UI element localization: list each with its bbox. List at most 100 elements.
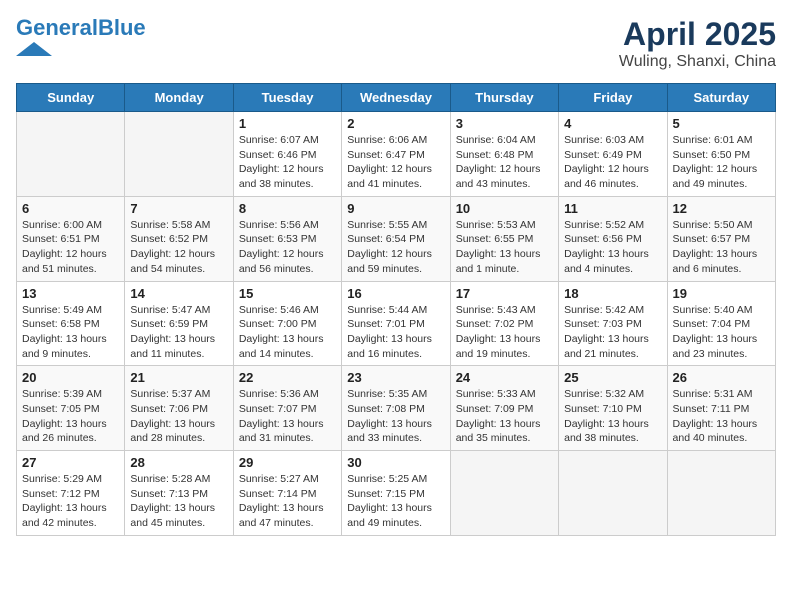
cell-info: Sunrise: 6:06 AMSunset: 6:47 PMDaylight:… (347, 133, 444, 192)
day-number: 2 (347, 116, 444, 131)
cell-info: Sunrise: 6:07 AMSunset: 6:46 PMDaylight:… (239, 133, 336, 192)
cell-info: Sunrise: 5:36 AMSunset: 7:07 PMDaylight:… (239, 387, 336, 446)
calendar-cell: 8 Sunrise: 5:56 AMSunset: 6:53 PMDaylight… (233, 196, 341, 281)
calendar-cell: 22 Sunrise: 5:36 AMSunset: 7:07 PMDayligh… (233, 366, 341, 451)
calendar-cell: 28 Sunrise: 5:28 AMSunset: 7:13 PMDayligh… (125, 451, 233, 536)
calendar-cell: 25 Sunrise: 5:32 AMSunset: 7:10 PMDayligh… (559, 366, 667, 451)
cell-info: Sunrise: 5:31 AMSunset: 7:11 PMDaylight:… (673, 387, 770, 446)
day-number: 20 (22, 370, 119, 385)
cell-info: Sunrise: 6:00 AMSunset: 6:51 PMDaylight:… (22, 218, 119, 277)
cell-info: Sunrise: 6:03 AMSunset: 6:49 PMDaylight:… (564, 133, 661, 192)
day-number: 15 (239, 286, 336, 301)
calendar-cell: 3 Sunrise: 6:04 AMSunset: 6:48 PMDaylight… (450, 112, 558, 197)
day-header-saturday: Saturday (667, 84, 775, 112)
calendar-title: April 2025 (619, 16, 776, 53)
title-section: April 2025 Wuling, Shanxi, China (619, 16, 776, 71)
calendar-cell: 14 Sunrise: 5:47 AMSunset: 6:59 PMDayligh… (125, 281, 233, 366)
day-number: 26 (673, 370, 770, 385)
calendar-cell: 11 Sunrise: 5:52 AMSunset: 6:56 PMDayligh… (559, 196, 667, 281)
calendar-cell: 4 Sunrise: 6:03 AMSunset: 6:49 PMDaylight… (559, 112, 667, 197)
calendar-cell (17, 112, 125, 197)
day-number: 23 (347, 370, 444, 385)
day-number: 14 (130, 286, 227, 301)
day-number: 7 (130, 201, 227, 216)
calendar-cell (667, 451, 775, 536)
day-number: 4 (564, 116, 661, 131)
day-number: 10 (456, 201, 553, 216)
calendar-cell: 20Sunrise: 5:39 AMSunset: 7:05 PMDayligh… (17, 366, 125, 451)
cell-info: Sunrise: 5:32 AMSunset: 7:10 PMDaylight:… (564, 387, 661, 446)
calendar-cell: 12 Sunrise: 5:50 AMSunset: 6:57 PMDayligh… (667, 196, 775, 281)
cell-info: Sunrise: 5:35 AMSunset: 7:08 PMDaylight:… (347, 387, 444, 446)
calendar-cell: 18 Sunrise: 5:42 AMSunset: 7:03 PMDayligh… (559, 281, 667, 366)
day-number: 3 (456, 116, 553, 131)
day-header-thursday: Thursday (450, 84, 558, 112)
logo-general: General (16, 15, 98, 40)
cell-info: Sunrise: 5:28 AMSunset: 7:13 PMDaylight:… (130, 472, 227, 531)
day-header-friday: Friday (559, 84, 667, 112)
cell-info: Sunrise: 5:43 AMSunset: 7:02 PMDaylight:… (456, 303, 553, 362)
day-number: 16 (347, 286, 444, 301)
cell-info: Sunrise: 5:47 AMSunset: 6:59 PMDaylight:… (130, 303, 227, 362)
week-row-4: 20Sunrise: 5:39 AMSunset: 7:05 PMDayligh… (17, 366, 776, 451)
cell-info: Sunrise: 6:04 AMSunset: 6:48 PMDaylight:… (456, 133, 553, 192)
cell-info: Sunrise: 5:52 AMSunset: 6:56 PMDaylight:… (564, 218, 661, 277)
day-number: 24 (456, 370, 553, 385)
day-number: 17 (456, 286, 553, 301)
calendar-cell: 1 Sunrise: 6:07 AMSunset: 6:46 PMDaylight… (233, 112, 341, 197)
calendar-cell: 15 Sunrise: 5:46 AMSunset: 7:00 PMDayligh… (233, 281, 341, 366)
cell-info: Sunrise: 5:56 AMSunset: 6:53 PMDaylight:… (239, 218, 336, 277)
week-row-1: 1 Sunrise: 6:07 AMSunset: 6:46 PMDaylight… (17, 112, 776, 197)
day-number: 28 (130, 455, 227, 470)
cell-info: Sunrise: 5:29 AMSunset: 7:12 PMDaylight:… (22, 472, 119, 531)
calendar-table: SundayMondayTuesdayWednesdayThursdayFrid… (16, 83, 776, 536)
calendar-cell: 19 Sunrise: 5:40 AMSunset: 7:04 PMDayligh… (667, 281, 775, 366)
day-number: 19 (673, 286, 770, 301)
day-number: 11 (564, 201, 661, 216)
logo-text: GeneralBlue (16, 16, 146, 40)
calendar-cell: 6 Sunrise: 6:00 AMSunset: 6:51 PMDaylight… (17, 196, 125, 281)
day-number: 6 (22, 201, 119, 216)
calendar-cell (450, 451, 558, 536)
week-row-3: 13Sunrise: 5:49 AMSunset: 6:58 PMDayligh… (17, 281, 776, 366)
calendar-cell: 27 Sunrise: 5:29 AMSunset: 7:12 PMDayligh… (17, 451, 125, 536)
day-number: 1 (239, 116, 336, 131)
day-header-monday: Monday (125, 84, 233, 112)
calendar-cell: 13Sunrise: 5:49 AMSunset: 6:58 PMDayligh… (17, 281, 125, 366)
day-number: 25 (564, 370, 661, 385)
cell-info: Sunrise: 5:25 AMSunset: 7:15 PMDaylight:… (347, 472, 444, 531)
calendar-cell (125, 112, 233, 197)
day-header-sunday: Sunday (17, 84, 125, 112)
day-number: 18 (564, 286, 661, 301)
cell-info: Sunrise: 5:53 AMSunset: 6:55 PMDaylight:… (456, 218, 553, 277)
logo-icon (16, 42, 52, 56)
calendar-cell: 24 Sunrise: 5:33 AMSunset: 7:09 PMDayligh… (450, 366, 558, 451)
cell-info: Sunrise: 5:27 AMSunset: 7:14 PMDaylight:… (239, 472, 336, 531)
calendar-cell: 26 Sunrise: 5:31 AMSunset: 7:11 PMDayligh… (667, 366, 775, 451)
cell-info: Sunrise: 6:01 AMSunset: 6:50 PMDaylight:… (673, 133, 770, 192)
calendar-subtitle: Wuling, Shanxi, China (619, 53, 776, 71)
cell-info: Sunrise: 5:33 AMSunset: 7:09 PMDaylight:… (456, 387, 553, 446)
cell-info: Sunrise: 5:50 AMSunset: 6:57 PMDaylight:… (673, 218, 770, 277)
calendar-cell: 10 Sunrise: 5:53 AMSunset: 6:55 PMDayligh… (450, 196, 558, 281)
calendar-cell: 2 Sunrise: 6:06 AMSunset: 6:47 PMDaylight… (342, 112, 450, 197)
day-number: 22 (239, 370, 336, 385)
day-number: 27 (22, 455, 119, 470)
calendar-cell: 21 Sunrise: 5:37 AMSunset: 7:06 PMDayligh… (125, 366, 233, 451)
week-row-2: 6 Sunrise: 6:00 AMSunset: 6:51 PMDaylight… (17, 196, 776, 281)
cell-info: Sunrise: 5:40 AMSunset: 7:04 PMDaylight:… (673, 303, 770, 362)
day-number: 8 (239, 201, 336, 216)
logo: GeneralBlue (16, 16, 146, 56)
week-row-5: 27 Sunrise: 5:29 AMSunset: 7:12 PMDayligh… (17, 451, 776, 536)
cell-info: Sunrise: 5:46 AMSunset: 7:00 PMDaylight:… (239, 303, 336, 362)
day-number: 12 (673, 201, 770, 216)
day-number: 5 (673, 116, 770, 131)
day-number: 21 (130, 370, 227, 385)
calendar-cell: 9Sunrise: 5:55 AMSunset: 6:54 PMDaylight… (342, 196, 450, 281)
cell-info: Sunrise: 5:58 AMSunset: 6:52 PMDaylight:… (130, 218, 227, 277)
day-number: 13 (22, 286, 119, 301)
cell-info: Sunrise: 5:37 AMSunset: 7:06 PMDaylight:… (130, 387, 227, 446)
calendar-cell (559, 451, 667, 536)
cell-info: Sunrise: 5:42 AMSunset: 7:03 PMDaylight:… (564, 303, 661, 362)
day-header-tuesday: Tuesday (233, 84, 341, 112)
